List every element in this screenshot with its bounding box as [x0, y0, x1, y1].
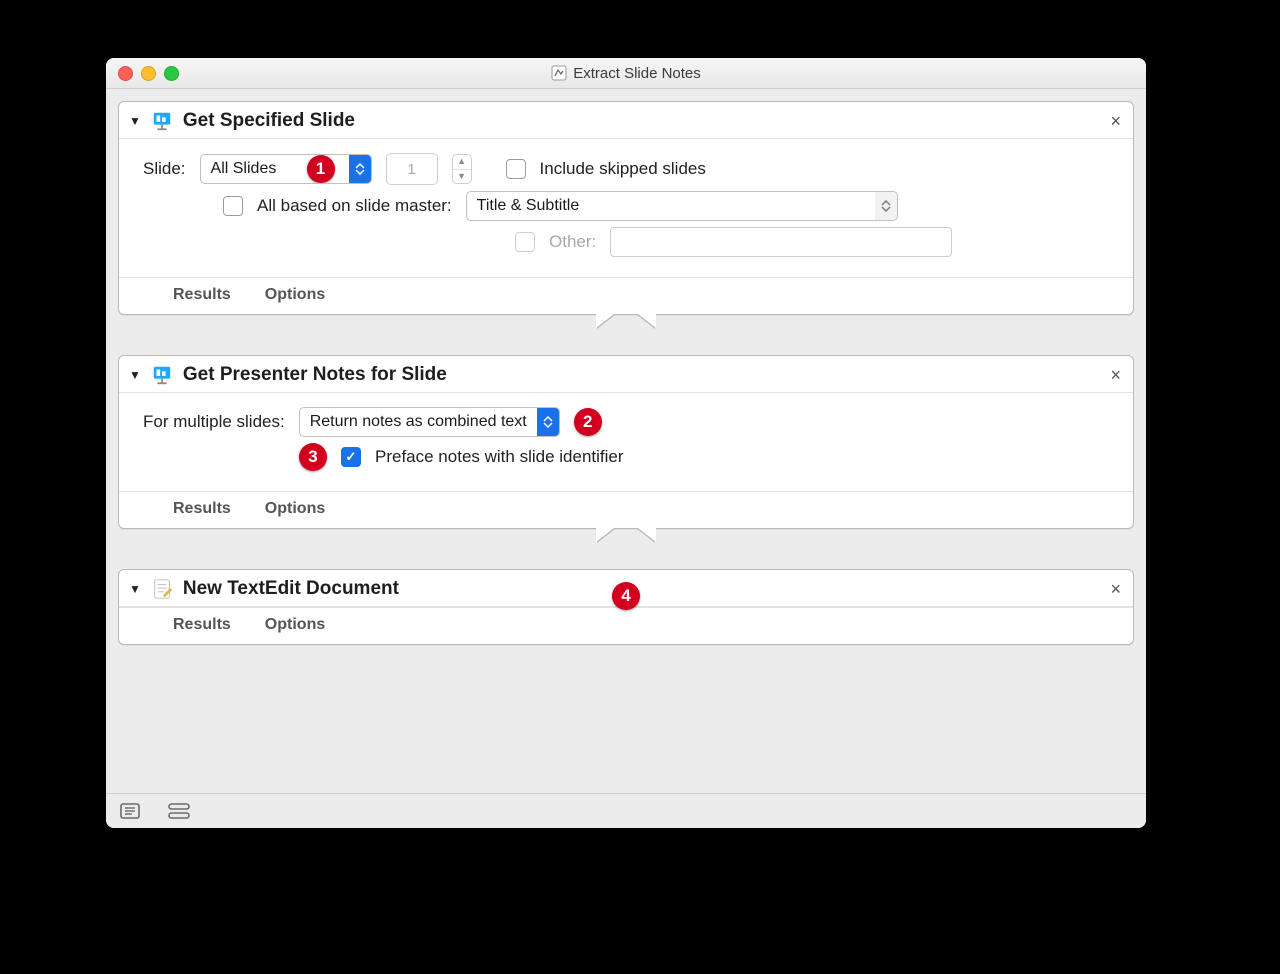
log-view-icon[interactable]	[120, 803, 140, 819]
options-tab[interactable]: Options	[265, 500, 325, 518]
disclosure-triangle-icon[interactable]: ▼	[129, 368, 141, 382]
action-title: Get Specified Slide	[183, 110, 355, 132]
callout-4: 4	[612, 582, 640, 610]
slide-master-popup[interactable]: Title & Subtitle	[466, 191, 898, 221]
results-tab[interactable]: Results	[173, 616, 231, 634]
action-get-presenter-notes: ▼ Get Presenter Notes for Slide × For mu…	[118, 355, 1134, 529]
remove-action-button[interactable]: ×	[1110, 112, 1121, 130]
workflow-canvas: ▼ Get Specified Slide × Slide: All Slide…	[106, 89, 1146, 793]
other-master-label: Other:	[549, 232, 596, 252]
window-title: Extract Slide Notes	[573, 65, 701, 82]
textedit-app-icon	[151, 578, 173, 600]
master-filter-checkbox[interactable]	[223, 196, 243, 216]
notes-output-popup[interactable]: Return notes as combined text	[299, 407, 560, 437]
slide-number-stepper: ▲▼	[452, 154, 472, 184]
master-filter-label: All based on slide master:	[257, 196, 452, 216]
remove-action-button[interactable]: ×	[1110, 366, 1121, 384]
include-skipped-label: Include skipped slides	[540, 159, 706, 179]
preface-identifier-checkbox[interactable]: ✓	[341, 447, 361, 467]
zoom-window-button[interactable]	[164, 66, 179, 81]
remove-action-button[interactable]: ×	[1110, 580, 1121, 598]
traffic-lights	[106, 66, 179, 81]
slide-number-field	[386, 153, 438, 185]
automator-window: Extract Slide Notes ▼ Get Specified Slid…	[106, 58, 1146, 828]
keynote-app-icon	[151, 110, 173, 132]
close-window-button[interactable]	[118, 66, 133, 81]
slide-label: Slide:	[143, 159, 186, 179]
action-title: Get Presenter Notes for Slide	[183, 364, 447, 386]
minimize-window-button[interactable]	[141, 66, 156, 81]
workflow-view-icon[interactable]	[168, 803, 190, 819]
window-footer	[106, 793, 1146, 828]
preface-identifier-label: Preface notes with slide identifier	[375, 447, 624, 467]
callout-3: 3	[299, 443, 327, 471]
workflow-file-icon	[551, 65, 567, 81]
action-get-specified-slide: ▼ Get Specified Slide × Slide: All Slide…	[118, 101, 1134, 315]
keynote-app-icon	[151, 364, 173, 386]
other-master-checkbox	[515, 232, 535, 252]
include-skipped-checkbox[interactable]	[506, 159, 526, 179]
action-title: New TextEdit Document	[183, 578, 399, 600]
options-tab[interactable]: Options	[265, 286, 325, 304]
multiple-slides-label: For multiple slides:	[143, 412, 285, 432]
disclosure-triangle-icon[interactable]: ▼	[129, 582, 141, 596]
action-new-textedit-document: ▼ New TextEdit Document 4 × Results Opti…	[118, 569, 1134, 645]
options-tab[interactable]: Options	[265, 616, 325, 634]
titlebar: Extract Slide Notes	[106, 58, 1146, 89]
other-master-field	[610, 227, 952, 257]
results-tab[interactable]: Results	[173, 500, 231, 518]
callout-1: 1	[307, 155, 335, 183]
flow-connector-icon	[586, 528, 666, 568]
results-tab[interactable]: Results	[173, 286, 231, 304]
slide-scope-popup[interactable]: All Slides 1	[200, 154, 372, 184]
flow-connector-icon	[586, 314, 666, 354]
callout-2: 2	[574, 408, 602, 436]
disclosure-triangle-icon[interactable]: ▼	[129, 114, 141, 128]
